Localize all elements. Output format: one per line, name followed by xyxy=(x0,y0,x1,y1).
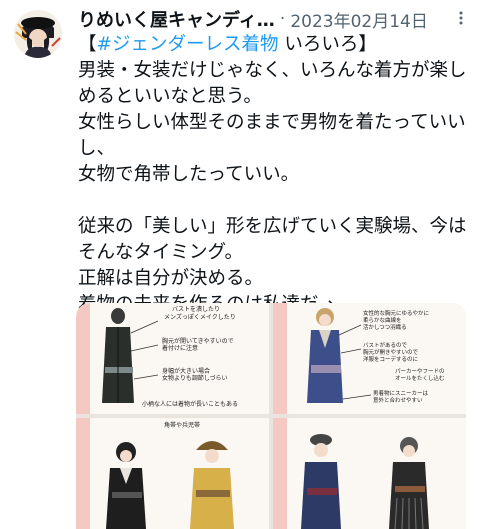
header-separator: · xyxy=(279,9,286,29)
tile1-note: 着付けに注意 xyxy=(162,344,198,352)
tweet-text-line: 女物で角帯したっていい。 xyxy=(78,164,300,185)
tweet-text: 【#ジェンダーレス着物 いろいろ】 男装・女装だけじゃなく、いろんな着方が楽し … xyxy=(78,32,470,318)
tweet-text-line: 男装・女装だけじゃなく、いろんな着方が楽し xyxy=(78,60,467,81)
tile2-note: 胸元が開きやすいので xyxy=(363,348,419,356)
media-grid: バストを潰したり メンズっぽくメイクしたり 胸元が開いてきやすいので 着付けに注… xyxy=(76,303,466,529)
tweet-text-line: 正解は自分が決める。 xyxy=(78,268,264,289)
tile2-note: 男着物にスニーカーは xyxy=(373,389,429,397)
tile2-note: 洋服をコーデするのに xyxy=(363,355,418,363)
tile2-note: パーカーやフードの xyxy=(395,367,445,375)
tile1-note: 身幅が大きい場合 xyxy=(162,367,210,375)
tile2-note: オールをたくし込む xyxy=(395,374,445,382)
media-image-3[interactable]: 角帯や兵児帯 xyxy=(76,418,269,529)
media-image-4[interactable] xyxy=(273,418,466,529)
three-dots-icon[interactable] xyxy=(454,10,468,25)
open-bracket: 【 xyxy=(78,34,97,55)
tile2-note: 柔らかな曲線を xyxy=(363,316,402,324)
tile2-note: 活かしつつ羽織る xyxy=(363,323,407,331)
author-name[interactable]: りめいく屋キャンディ… xyxy=(78,6,275,32)
avatar-image xyxy=(14,10,62,58)
tweet-date[interactable]: 2023年02月14日 xyxy=(290,7,428,32)
tweet-header: りめいく屋キャンディ… · 2023年02月14日 xyxy=(78,6,468,32)
tile2-note: 女性的な胸元にゆるやかに xyxy=(363,309,429,317)
media-image-1[interactable]: バストを潰したり メンズっぽくメイクしたり 胸元が開いてきやすいので 着付けに注… xyxy=(76,303,269,414)
tweet-text-line: 女性らしい体型そのままで男物を着たっていい xyxy=(78,112,466,133)
avatar[interactable] xyxy=(14,10,62,58)
tweet-text-line: そんなタイミング。 xyxy=(78,242,244,263)
tile1-note: バストを潰したり xyxy=(172,305,220,313)
tweet-text-line: 従来の「美しい」形を広げていく実験場、今は xyxy=(78,216,467,237)
tile3-note: 角帯や兵児帯 xyxy=(164,421,200,429)
hashtag-suffix: いろいろ】 xyxy=(278,34,377,55)
tile1-note: メンズっぽくメイクしたり xyxy=(164,313,236,321)
hashtag-link[interactable]: #ジェンダーレス着物 xyxy=(97,34,279,55)
tile1-note: 小柄な人には着物が長いこともある xyxy=(142,400,238,408)
tile2-note: バストがあるので xyxy=(363,341,408,349)
tweet-text-line: し、 xyxy=(78,138,116,159)
tweet-text-line: めるといいなと思う。 xyxy=(78,86,262,107)
tile2-note: 意外と合わせやすい xyxy=(373,396,423,404)
tile1-note: 胸元が開いてきやすいので xyxy=(162,337,234,345)
media-image-2[interactable]: 女性的な胸元にゆるやかに 柔らかな曲線を 活かしつつ羽織る バストがあるので 胸… xyxy=(273,303,466,414)
tweet-text-blank xyxy=(78,188,470,214)
tile1-note: 女物よりも調節しづらい xyxy=(162,374,228,382)
tweet-text-line: 【#ジェンダーレス着物 いろいろ】 xyxy=(78,32,470,58)
